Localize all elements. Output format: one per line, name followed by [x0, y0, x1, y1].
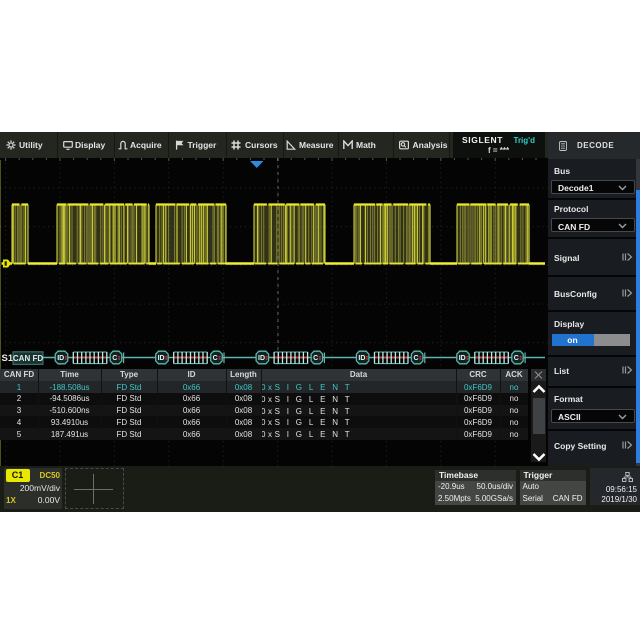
svg-text:C: C	[514, 355, 519, 362]
svg-text:C: C	[112, 355, 117, 362]
svg-text:ID: ID	[358, 355, 365, 362]
svg-text:C: C	[413, 355, 418, 362]
svg-text:ID: ID	[459, 355, 466, 362]
svg-text:ID: ID	[258, 355, 265, 362]
svg-text:ID: ID	[57, 355, 64, 362]
svg-text:C: C	[213, 355, 218, 362]
svg-text:CAN FD: CAN FD	[13, 354, 43, 363]
svg-text:C: C	[313, 355, 318, 362]
svg-text:ID: ID	[158, 355, 165, 362]
